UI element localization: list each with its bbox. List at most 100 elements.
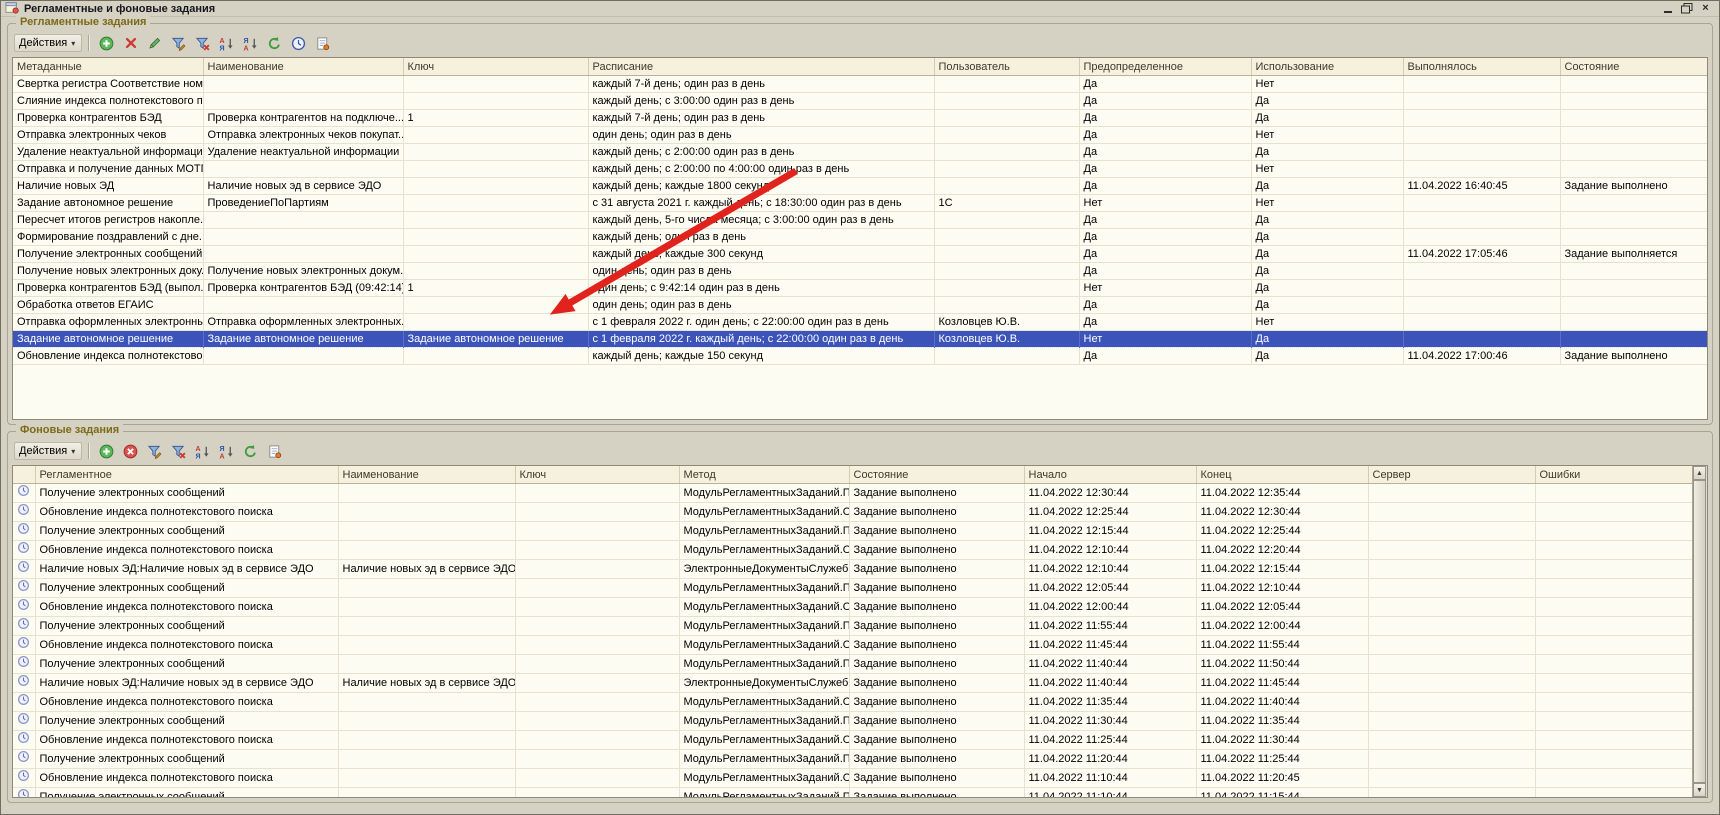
add-icon[interactable] — [96, 33, 117, 53]
table-row[interactable]: Наличие новых ЭДНаличие новых эд в серви… — [13, 178, 1708, 195]
column-header[interactable]: Наименование — [203, 58, 403, 76]
delete-icon[interactable] — [120, 33, 141, 53]
table-row[interactable]: Получение электронных сообщенийМодульРег… — [13, 712, 1695, 731]
close-button[interactable]: × — [1698, 2, 1713, 15]
sort-desc-icon[interactable]: ЯА — [240, 33, 261, 53]
table-row[interactable]: Отправка и получение данных МОТПкаждый д… — [13, 161, 1708, 178]
table-row[interactable]: Задание автономное решениеЗадание автоно… — [13, 331, 1708, 348]
table-row[interactable]: Получение электронных сообщенийМодульРег… — [13, 522, 1695, 541]
table-row[interactable]: Формирование поздравлений с дне...каждый… — [13, 229, 1708, 246]
table-row[interactable]: Получение электронных сообщенийМодульРег… — [13, 750, 1695, 769]
column-header[interactable]: Пользователь — [934, 58, 1079, 76]
sort-desc-icon[interactable]: ЯА — [216, 441, 237, 461]
column-header[interactable]: Состояние — [1560, 58, 1708, 76]
events-icon[interactable] — [312, 33, 333, 53]
table-row[interactable]: Получение электронных сообщенийМодульРег… — [13, 484, 1695, 503]
table-row[interactable]: Пересчет итогов регистров накопле...кажд… — [13, 212, 1708, 229]
cancel-icon[interactable] — [120, 441, 141, 461]
table-cell: каждый день; с 3:00:00 один раз в день — [588, 93, 934, 110]
set-filter-icon[interactable] — [144, 441, 165, 461]
table-row[interactable]: Получение электронных сообщенийМодульРег… — [13, 788, 1695, 799]
table-cell: Да — [1079, 246, 1251, 263]
column-header[interactable]: Метаданные — [13, 58, 203, 76]
set-filter-icon[interactable] — [168, 33, 189, 53]
clear-filter-icon[interactable] — [168, 441, 189, 461]
column-header[interactable]: Ключ — [515, 466, 679, 484]
table-row[interactable]: Получение электронных сообщенийМодульРег… — [13, 617, 1695, 636]
scrollbar-thumb[interactable] — [1693, 480, 1706, 783]
table-row[interactable]: Свертка регистра Соответствие ном...кажд… — [13, 76, 1708, 93]
table-row[interactable]: Отправка электронных чековОтправка элект… — [13, 127, 1708, 144]
sort-asc-icon[interactable]: АЯ — [216, 33, 237, 53]
table-row[interactable]: Обновление индекса полнотекстового поиск… — [13, 541, 1695, 560]
table-row[interactable]: Обновление индекса полнотекстового поиск… — [13, 598, 1695, 617]
column-header[interactable]: Ошибки — [1535, 466, 1695, 484]
refresh-icon[interactable] — [264, 33, 285, 53]
table-cell — [1403, 263, 1560, 280]
edit-icon[interactable] — [144, 33, 165, 53]
scroll-up-arrow-icon[interactable]: ▲ — [1693, 466, 1706, 480]
table-cell: МодульРегламентныхЗаданий.О... — [679, 503, 849, 522]
background-jobs-toolbar: Действия ▾ АЯЯА — [14, 440, 285, 462]
table-row[interactable]: Слияние индекса полнотекстового п...кажд… — [13, 93, 1708, 110]
actions-menu-button[interactable]: Действия ▾ — [14, 442, 82, 460]
table-cell: 11.04.2022 11:30:44 — [1024, 712, 1196, 731]
clear-filter-icon[interactable] — [192, 33, 213, 53]
table-row[interactable]: Получение электронных сообщенийМодульРег… — [13, 579, 1695, 598]
table-row[interactable]: Задание автономное решениеПроведениеПоПа… — [13, 195, 1708, 212]
table-row[interactable]: Обновление индекса полнотекстово...кажды… — [13, 348, 1708, 365]
column-header[interactable]: Расписание — [588, 58, 934, 76]
table-row[interactable]: Проверка контрагентов БЭД (выпол...Прове… — [13, 280, 1708, 297]
table-row[interactable]: Обновление индекса полнотекстового поиск… — [13, 636, 1695, 655]
restore-button[interactable] — [1679, 2, 1694, 15]
add-icon[interactable] — [96, 441, 117, 461]
table-cell — [203, 348, 403, 365]
refresh-icon[interactable] — [240, 441, 261, 461]
minimize-button[interactable] — [1660, 2, 1675, 15]
table-row[interactable]: Получение электронных сообщенийкаждый де… — [13, 246, 1708, 263]
column-header[interactable]: Начало — [1024, 466, 1196, 484]
column-header[interactable]: Состояние — [849, 466, 1024, 484]
toolbar-separator — [88, 35, 90, 51]
column-header[interactable]: Использование — [1251, 58, 1403, 76]
events-icon[interactable] — [264, 441, 285, 461]
table-row[interactable]: Обновление индекса полнотекстового поиск… — [13, 503, 1695, 522]
column-header[interactable]: Ключ — [403, 58, 588, 76]
actions-menu-button[interactable]: Действия ▾ — [14, 34, 82, 52]
table-row[interactable]: Обновление индекса полнотекстового поиск… — [13, 769, 1695, 788]
scroll-down-arrow-icon[interactable]: ▼ — [1693, 783, 1706, 797]
table-row[interactable]: Получение электронных сообщенийМодульРег… — [13, 655, 1695, 674]
table-cell: Задание выполнено — [1560, 178, 1708, 195]
column-header[interactable]: Метод — [679, 466, 849, 484]
column-header[interactable]: Выполнялось — [1403, 58, 1560, 76]
table-row[interactable]: Обновление индекса полнотекстового поиск… — [13, 731, 1695, 750]
table-cell: 1С — [934, 195, 1079, 212]
table-cell: 11.04.2022 12:15:44 — [1196, 560, 1368, 579]
column-header[interactable]: Регламентное — [35, 466, 338, 484]
column-header[interactable]: Конец — [1196, 466, 1368, 484]
table-cell — [1368, 769, 1535, 788]
column-header[interactable]: Наименование — [338, 466, 515, 484]
sort-asc-icon[interactable]: АЯ — [192, 441, 213, 461]
table-cell — [403, 144, 588, 161]
column-header[interactable] — [13, 466, 35, 484]
table-cell: каждый день; с 2:00:00 по 4:00:00 один р… — [588, 161, 934, 178]
table-cell: ЭлектронныеДокументыСлужебн... — [679, 674, 849, 693]
table-cell: один день; один раз в день — [588, 263, 934, 280]
schedule-icon[interactable] — [288, 33, 309, 53]
table-row[interactable]: Обработка ответов ЕГАИСодин день; один р… — [13, 297, 1708, 314]
table-row[interactable]: Получение новых электронных доку...Получ… — [13, 263, 1708, 280]
column-header[interactable]: Предопределенное — [1079, 58, 1251, 76]
table-row[interactable]: Отправка оформленных электронны...Отправ… — [13, 314, 1708, 331]
column-header[interactable]: Сервер — [1368, 466, 1535, 484]
table-row[interactable]: Проверка контрагентов БЭДПроверка контра… — [13, 110, 1708, 127]
table-row[interactable]: Удаление неактуальной информаци...Удален… — [13, 144, 1708, 161]
table-row[interactable]: Обновление индекса полнотекстового поиск… — [13, 693, 1695, 712]
vertical-scrollbar[interactable]: ▲ ▼ — [1692, 466, 1707, 797]
table-row[interactable]: Наличие новых ЭД:Наличие новых эд в серв… — [13, 674, 1695, 693]
table-cell: каждый 7-й день; один раз в день — [588, 110, 934, 127]
table-cell: Нет — [1251, 161, 1403, 178]
table-row[interactable]: Наличие новых ЭД:Наличие новых эд в серв… — [13, 560, 1695, 579]
table-cell: 11.04.2022 11:15:44 — [1196, 788, 1368, 799]
table-cell: 11.04.2022 11:10:44 — [1024, 769, 1196, 788]
